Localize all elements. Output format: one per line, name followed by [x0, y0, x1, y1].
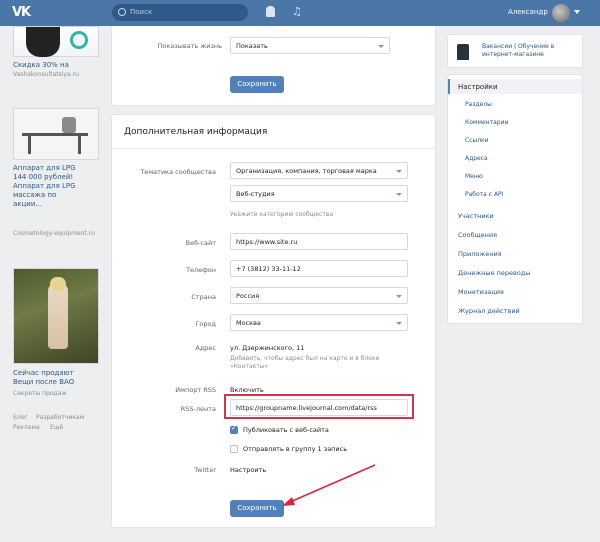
menu-item-addresses[interactable]: Адреса — [465, 155, 488, 162]
ad-sub-1[interactable]: Vashakonsultatsiya.ru — [13, 71, 101, 79]
community-card[interactable]: Вакансии | Обучение в интернет-магазине — [447, 34, 583, 68]
additional-info-card: Дополнительная информация Тематика сообщ… — [111, 114, 436, 528]
rss-label: RSS-лента — [180, 405, 216, 413]
menu-item-members[interactable]: Участники — [458, 212, 494, 220]
menu-item-api[interactable]: Работа с API — [465, 191, 503, 198]
menu-item-apps[interactable]: Приложения — [458, 250, 502, 258]
card-title: Дополнительная информация — [124, 127, 268, 137]
save-button[interactable]: Сохранить — [230, 500, 284, 517]
country-label: Страна — [191, 293, 216, 301]
chevron-down-icon[interactable] — [574, 10, 580, 14]
city-label: Город — [195, 320, 216, 328]
show-label: Показывать жизнь — [157, 42, 222, 50]
show-select[interactable]: Показать — [230, 37, 390, 54]
phone-field[interactable]: +7 (3812) 33-11-12 — [230, 260, 408, 277]
ad-figure-head — [50, 277, 66, 291]
top-bar: VK Поиск ♫ Александр — [0, 0, 600, 26]
twitter-setup-link[interactable]: Настроить — [230, 466, 266, 474]
ad-title-1[interactable]: Скидка 30% на — [13, 61, 101, 70]
menu-item-transfers[interactable]: Денежные переводы — [458, 269, 530, 277]
phone-label: Телефон — [186, 266, 216, 274]
menu-item-settings[interactable]: Настройки — [458, 83, 498, 91]
address-label: Адрес — [195, 344, 216, 352]
menu-item-monetization[interactable]: Монетизация — [458, 288, 504, 296]
ad-logo-icon — [70, 31, 88, 49]
footer-link-ads[interactable]: Реклама — [13, 424, 40, 431]
menu-item-action-log[interactable]: Журнал действий — [458, 307, 520, 315]
city-select[interactable]: Москва — [230, 314, 408, 331]
send-group-checkbox[interactable] — [230, 445, 238, 453]
ad-device — [62, 117, 76, 133]
menu-item-links[interactable]: Ссылки — [465, 137, 489, 144]
user-name[interactable]: Александр — [508, 8, 548, 16]
footer-link-more[interactable]: Ещё — [50, 424, 63, 431]
ad-person — [26, 27, 60, 57]
category-label: Тематика сообщества — [140, 168, 216, 176]
menu-item-menu[interactable]: Меню — [465, 173, 483, 180]
ad-sub-3[interactable]: Секреты продаж — [13, 390, 101, 398]
ad-image-1[interactable] — [13, 26, 99, 57]
ad-table-leg — [78, 136, 81, 154]
ad-line: Вещи после ВАО — [13, 378, 75, 386]
rss-highlight-box — [224, 394, 414, 419]
ad-figure — [48, 283, 68, 349]
save-button-top[interactable]: Сохранить — [230, 76, 284, 93]
menu-item-messages[interactable]: Сообщения — [458, 231, 497, 239]
menu-item-sections[interactable]: Разделы — [465, 101, 492, 108]
category-select[interactable]: Организация, компания, торговая марка — [230, 162, 408, 179]
ad-table-leg — [28, 136, 31, 154]
ad-title-2[interactable]: Аппарат для LPG — [13, 164, 101, 173]
publish-checkbox[interactable] — [230, 424, 238, 434]
community-icon — [457, 44, 469, 60]
vk-logo[interactable]: VK — [12, 5, 38, 21]
ad-line: 144 000 рублей! — [13, 173, 74, 181]
subcategory-select[interactable]: Веб-студия — [230, 185, 408, 202]
menu-item-comments[interactable]: Комментарии — [465, 119, 508, 126]
import-rss-toggle[interactable]: Включить — [230, 386, 264, 394]
top-settings-card: Показывать жизнь Показать Сохранить — [111, 26, 436, 106]
search-icon — [118, 8, 126, 16]
ad-title-3[interactable]: Сейчас продают — [13, 369, 101, 378]
divider — [112, 148, 435, 149]
ad-image-2[interactable] — [13, 108, 99, 160]
ad-sub-2[interactable]: Cosmetology-equipment.ru — [13, 230, 101, 238]
ad-line: массажа по — [13, 191, 57, 199]
community-title[interactable]: Вакансии | Обучение в интернет-магазине — [482, 43, 578, 59]
avatar[interactable] — [552, 4, 570, 22]
twitter-label: Twitter — [194, 466, 216, 474]
settings-menu: Настройки Разделы Комментарии Ссылки Адр… — [447, 74, 583, 324]
import-rss-label: Импорт RSS — [175, 386, 216, 394]
category-hint: Укажите категорию сообщества — [230, 211, 334, 218]
ad-line: акции... — [13, 200, 43, 208]
search-input[interactable]: Поиск — [112, 4, 248, 21]
music-icon[interactable]: ♫ — [292, 5, 302, 18]
ad-image-3[interactable] — [13, 268, 99, 364]
publish-checkbox-label[interactable]: Публиковать с веб-сайта — [243, 426, 329, 434]
country-select[interactable]: Россия — [230, 287, 408, 304]
website-field[interactable]: https://www.site.ru — [230, 233, 408, 250]
notifications-icon[interactable] — [266, 6, 275, 17]
footer-link-dev[interactable]: Разработчикам — [36, 414, 84, 421]
footer-link-blog[interactable]: Блог — [13, 414, 28, 421]
community-title-line: Вакансии | Обучение в — [482, 43, 555, 50]
search-placeholder: Поиск — [130, 8, 153, 16]
community-title-line: интернет-магазине — [482, 51, 544, 58]
ad-line: Аппарат для LPG — [13, 182, 76, 190]
address-value[interactable]: ул. Дзержинского, 11 — [230, 344, 304, 352]
send-group-checkbox-label[interactable]: Отправлять в группу 1 запись — [243, 445, 347, 453]
website-label: Веб-сайт — [185, 239, 216, 247]
address-hint: Добавить, чтобы адрес был на карте и в б… — [230, 355, 380, 370]
